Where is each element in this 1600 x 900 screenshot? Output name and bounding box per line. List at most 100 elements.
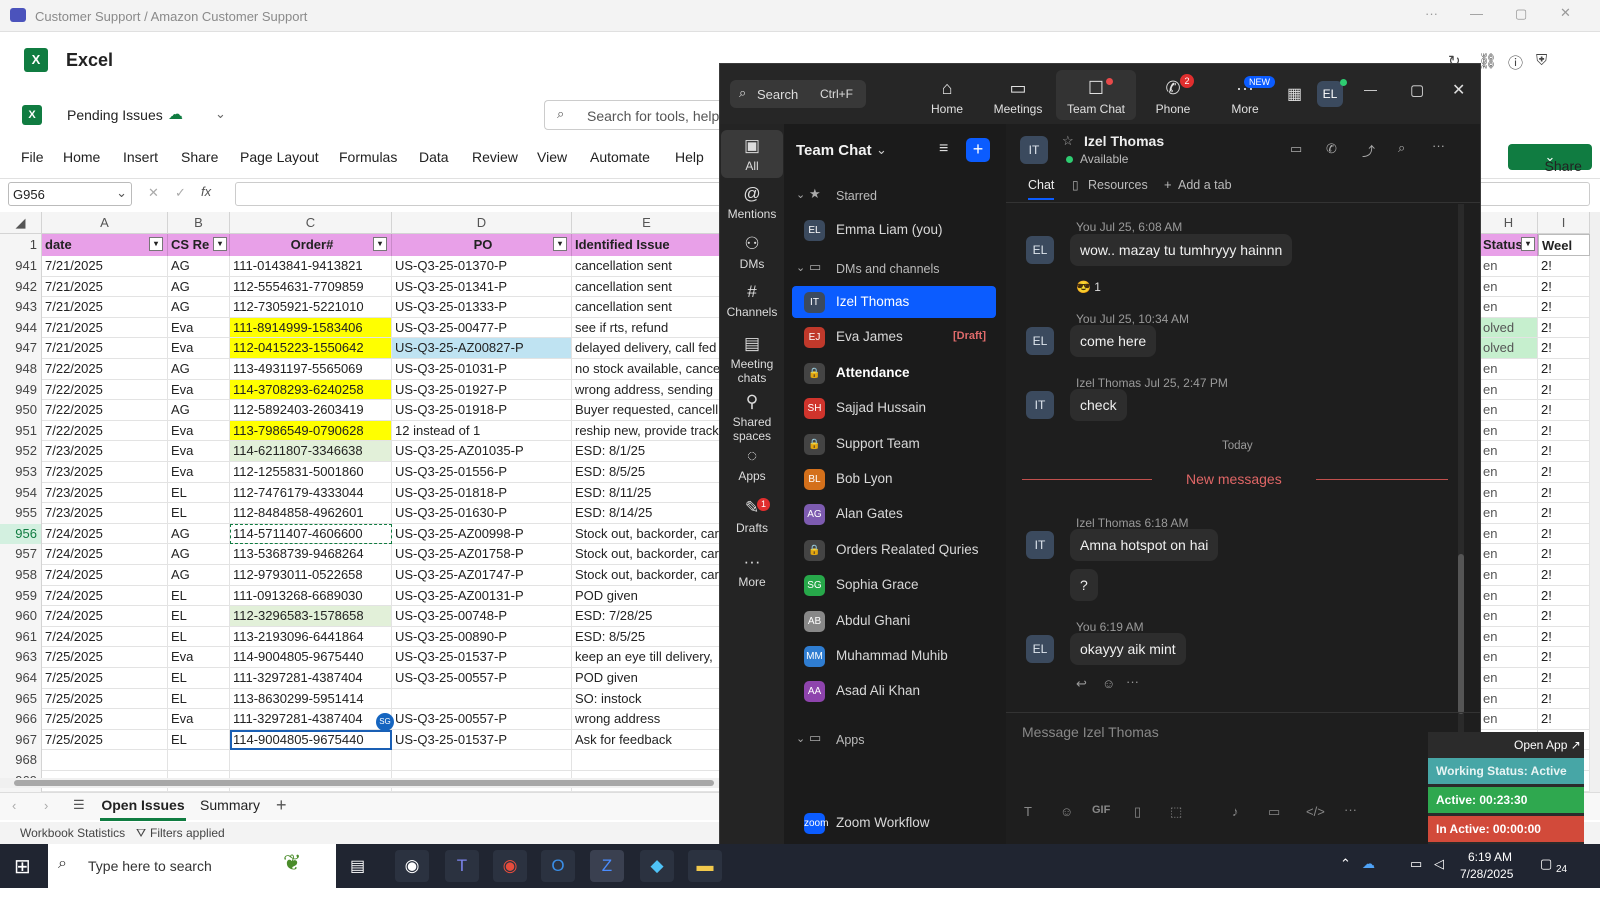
cell-status[interactable]: en bbox=[1480, 709, 1538, 730]
header-cell-week[interactable]: Weel bbox=[1538, 234, 1590, 256]
cell-week[interactable]: 2! bbox=[1538, 565, 1590, 586]
phone-call-icon[interactable]: ✆ bbox=[1326, 141, 1337, 157]
info-icon[interactable]: ⓘ bbox=[1508, 52, 1523, 73]
nav-rail-shared-spaces[interactable]: ⚲ Shared spaces bbox=[721, 392, 783, 443]
cell-order[interactable]: 114-6211807-3346638 bbox=[230, 441, 392, 462]
column-header-i[interactable]: I bbox=[1538, 212, 1590, 234]
cell-date[interactable]: 7/24/2025 bbox=[42, 626, 168, 648]
cell-po[interactable]: US-Q3-25-AZ01758-P bbox=[392, 544, 572, 565]
nav-rail-more[interactable]: ··· More bbox=[721, 552, 783, 589]
cell-order[interactable]: 111-0913268-6689030 bbox=[230, 585, 392, 607]
chat-list-item[interactable]: EJ Eva James [Draft] bbox=[792, 321, 996, 353]
chevron-down-icon[interactable]: ⌄ bbox=[796, 732, 805, 745]
cell-status[interactable]: en bbox=[1480, 256, 1538, 277]
emoji-icon[interactable]: ☺ bbox=[1102, 676, 1115, 691]
cell-date[interactable] bbox=[42, 750, 168, 771]
cell-date[interactable]: 7/25/2025 bbox=[42, 729, 168, 751]
chevron-up-icon[interactable]: ⌃ bbox=[1340, 856, 1351, 872]
cell-date[interactable]: 7/24/2025 bbox=[42, 585, 168, 607]
cell-status[interactable]: olved bbox=[1480, 317, 1538, 339]
chat-list-item[interactable]: IT Izel Thomas bbox=[792, 286, 996, 318]
cell-issue[interactable]: cancellation sent bbox=[572, 276, 722, 298]
cell-date[interactable]: 7/21/2025 bbox=[42, 256, 168, 277]
cell-status[interactable]: en bbox=[1480, 482, 1538, 504]
teams-icon[interactable]: T bbox=[445, 850, 479, 882]
row-header[interactable]: 957 bbox=[0, 544, 42, 565]
cell-po[interactable]: US-Q3-25-01927-P bbox=[392, 379, 572, 401]
cell-cs[interactable]: AG bbox=[168, 256, 230, 277]
cell-week[interactable]: 2! bbox=[1538, 626, 1590, 648]
cell-cs[interactable]: Eva bbox=[168, 420, 230, 442]
row-header[interactable]: 951 bbox=[0, 420, 42, 442]
cell-issue[interactable]: see if rts, refund bbox=[572, 317, 722, 339]
cell-status[interactable]: en bbox=[1480, 544, 1538, 565]
gif-icon[interactable]: GIF bbox=[1092, 804, 1110, 816]
more-icon[interactable]: ··· bbox=[1126, 674, 1139, 689]
cell-week[interactable]: 2! bbox=[1538, 523, 1590, 545]
clock-date[interactable]: 7/28/2025 bbox=[1460, 867, 1513, 881]
cell-issue[interactable]: Buyer requested, cancell bbox=[572, 400, 722, 421]
row-header[interactable]: 956 bbox=[0, 523, 42, 545]
cell-po[interactable]: US-Q3-25-01341-P bbox=[392, 276, 572, 298]
cell-week[interactable]: 2! bbox=[1538, 400, 1590, 421]
nav-rail-mentions[interactable]: @ Mentions bbox=[721, 184, 783, 221]
cell-date[interactable]: 7/22/2025 bbox=[42, 400, 168, 421]
cell-cs[interactable]: EL bbox=[168, 626, 230, 648]
screenshot-icon[interactable]: ⬚ bbox=[1170, 804, 1182, 820]
nav-rail-dms[interactable]: ⚇ DMs bbox=[721, 234, 783, 271]
share-screen-icon[interactable]: ⤴ bbox=[1362, 141, 1375, 160]
cell-date[interactable]: 7/24/2025 bbox=[42, 606, 168, 627]
chat-list-item[interactable]: 🔒 Orders Realated Quries bbox=[792, 534, 996, 566]
tab-share[interactable]: Share bbox=[181, 149, 218, 165]
cell-cs[interactable]: Eva bbox=[168, 338, 230, 359]
cell-order[interactable]: 114-5711407-4606600 bbox=[230, 523, 392, 545]
nav-rail-channels[interactable]: # Channels bbox=[721, 282, 783, 319]
row-header[interactable]: 960 bbox=[0, 606, 42, 627]
column-header-c[interactable]: C bbox=[230, 212, 392, 234]
cell-issue[interactable]: wrong address bbox=[572, 709, 722, 730]
video-call-icon[interactable]: ▭ bbox=[1290, 141, 1302, 157]
tab-add[interactable]: Add a tab bbox=[1178, 178, 1232, 192]
cell-order[interactable]: 113-8630299-5951414 bbox=[230, 688, 392, 710]
chevron-down-icon[interactable]: ⌄ bbox=[796, 261, 805, 274]
chat-list-item[interactable]: AB Abdul Ghani bbox=[792, 605, 996, 637]
cell-date[interactable]: 7/25/2025 bbox=[42, 688, 168, 710]
search-icon[interactable]: ⌕ bbox=[1398, 140, 1405, 156]
cell-cs[interactable]: AG bbox=[168, 359, 230, 380]
chevron-down-icon[interactable]: ⌄ bbox=[215, 106, 226, 122]
add-sheet-icon[interactable]: + bbox=[276, 795, 287, 816]
chat-list-item[interactable]: 🔒 Support Team bbox=[792, 428, 996, 460]
cell-order[interactable]: 113-2193096-6441864 bbox=[230, 626, 392, 648]
close-button[interactable]: ✕ bbox=[1452, 80, 1465, 100]
cell-issue[interactable]: ESD: 8/14/25 bbox=[572, 503, 722, 524]
chevron-down-icon[interactable]: ⌄ bbox=[876, 142, 887, 158]
cell-po[interactable]: US-Q3-25-01537-P bbox=[392, 729, 572, 751]
cell-status[interactable]: en bbox=[1480, 668, 1538, 689]
cell-week[interactable]: 2! bbox=[1538, 379, 1590, 401]
taskbar-search[interactable]: ⌕ Type here to search ❦ bbox=[48, 844, 336, 888]
tab-help[interactable]: Help bbox=[675, 149, 704, 165]
cell-week[interactable]: 2! bbox=[1538, 606, 1590, 627]
tab-automate[interactable]: Automate bbox=[590, 149, 650, 165]
emoji-icon[interactable]: ☺ bbox=[1060, 804, 1073, 819]
cell-issue[interactable]: keep an eye till delivery, bbox=[572, 647, 722, 668]
cell-status[interactable]: en bbox=[1480, 503, 1538, 524]
cell-issue[interactable]: no stock available, cance bbox=[572, 359, 722, 380]
tab-chat[interactable]: Chat bbox=[1028, 178, 1055, 200]
cell-week[interactable]: 2! bbox=[1538, 317, 1590, 339]
cell-date[interactable]: 7/21/2025 bbox=[42, 276, 168, 298]
tab-page-layout[interactable]: Page Layout bbox=[240, 149, 319, 165]
section-starred[interactable]: Starred bbox=[836, 189, 877, 203]
message-bubble[interactable]: come here bbox=[1070, 325, 1157, 357]
code-icon[interactable]: </> bbox=[1306, 804, 1325, 819]
minimize-button[interactable]: — bbox=[1364, 82, 1377, 97]
microphone-icon[interactable]: ♪ bbox=[1232, 804, 1239, 819]
row-header[interactable]: 953 bbox=[0, 462, 42, 483]
chat-list-item[interactable]: AG Alan Gates bbox=[792, 498, 996, 530]
notifications-icon[interactable]: ▢ bbox=[1540, 856, 1552, 872]
cell-issue[interactable]: delayed delivery, call fed bbox=[572, 338, 722, 359]
cell-order[interactable]: 114-9004805-9675440 bbox=[230, 647, 392, 668]
cell-issue[interactable]: reship new, provide track bbox=[572, 420, 722, 442]
cancel-icon[interactable]: ✕ bbox=[148, 185, 159, 201]
video-message-icon[interactable]: ▭ bbox=[1268, 804, 1280, 820]
